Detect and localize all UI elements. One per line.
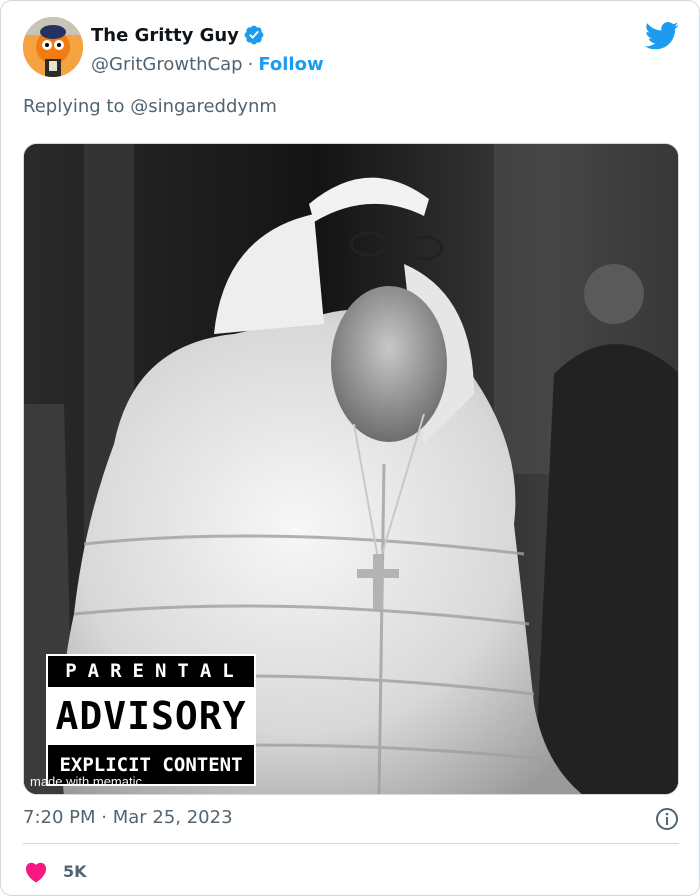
heart-icon[interactable] bbox=[23, 859, 49, 883]
parental-advisory-label: PARENTAL ADVISORY EXPLICIT CONTENT bbox=[46, 654, 256, 786]
separator-dot: · bbox=[247, 53, 254, 75]
like-count: 5K bbox=[63, 861, 87, 881]
display-name[interactable]: The Gritty Guy bbox=[91, 25, 239, 46]
author-handle[interactable]: @GritGrowthCap bbox=[91, 54, 243, 75]
info-icon[interactable] bbox=[655, 807, 679, 831]
display-name-row: The Gritty Guy bbox=[91, 23, 324, 47]
follow-button[interactable]: Follow bbox=[258, 54, 323, 75]
tweet-header: The Gritty Guy @GritGrowthCap · Follow bbox=[23, 17, 679, 81]
like-action[interactable]: 5K bbox=[23, 857, 87, 885]
tweet-meta: 7:20 PM · Mar 25, 2023 bbox=[23, 807, 679, 831]
advisory-middle-text: ADVISORY bbox=[48, 687, 254, 745]
avatar[interactable] bbox=[23, 17, 83, 77]
tweet-media[interactable]: PARENTAL ADVISORY EXPLICIT CONTENT made … bbox=[23, 143, 679, 795]
timestamp[interactable]: 7:20 PM · Mar 25, 2023 bbox=[23, 807, 233, 828]
divider bbox=[23, 843, 679, 844]
handle-row: @GritGrowthCap · Follow bbox=[91, 51, 324, 77]
author-names: The Gritty Guy @GritGrowthCap · Follow bbox=[91, 23, 324, 77]
twitter-bird-icon[interactable] bbox=[645, 21, 679, 51]
tweet-card: The Gritty Guy @GritGrowthCap · Follow R… bbox=[0, 0, 700, 896]
verified-badge-icon bbox=[244, 25, 264, 45]
advisory-top-text: PARENTAL bbox=[48, 656, 254, 686]
watermark: made with mematic bbox=[30, 774, 142, 789]
replying-to[interactable]: Replying to @singareddynm bbox=[23, 96, 277, 117]
